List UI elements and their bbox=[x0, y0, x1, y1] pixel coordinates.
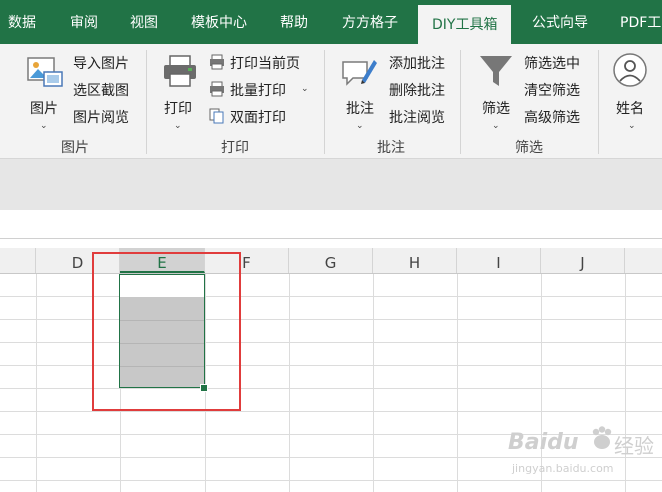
filter-button-label: 筛选 bbox=[482, 101, 510, 117]
grid-line bbox=[457, 274, 458, 492]
batch-print-icon bbox=[210, 81, 224, 97]
column-header-j[interactable]: J bbox=[541, 248, 625, 273]
tab-help[interactable]: 帮助 bbox=[280, 0, 308, 44]
ribbon: 图片 ⌄ 导入图片 选区截图 图片阅览 图片 打印 ⌄ 打印当前页 批量打印 ⌄… bbox=[0, 44, 662, 159]
filter-funnel-icon bbox=[480, 56, 512, 86]
tab-fangfang[interactable]: 方方格子 bbox=[342, 0, 398, 44]
comment-button[interactable]: 批注 ⌄ bbox=[340, 50, 382, 131]
clear-filter-button[interactable]: 清空筛选 bbox=[524, 80, 580, 100]
grid-line bbox=[0, 411, 662, 412]
grid-line bbox=[289, 274, 290, 492]
picture-button-label: 图片 bbox=[30, 101, 58, 117]
print-group-label: 打印 bbox=[221, 140, 249, 156]
comment-browse-button[interactable]: 批注阅览 bbox=[389, 107, 445, 127]
name-button[interactable]: 姓名 ⌄ bbox=[612, 50, 652, 131]
add-comment-button[interactable]: 添加批注 bbox=[389, 53, 445, 73]
tab-view[interactable]: 视图 bbox=[130, 0, 158, 44]
print-page-icon bbox=[210, 54, 224, 70]
chevron-down-icon: ⌄ bbox=[628, 121, 636, 131]
ribbon-tab-bar: 数据 审阅 视图 模板中心 帮助 方方格子 DIY工具箱 公式向导 PDF工 bbox=[0, 0, 662, 44]
comment-icon bbox=[342, 60, 377, 86]
filter-selected-button[interactable]: 筛选选中 bbox=[524, 53, 580, 73]
print-button[interactable]: 打印 ⌄ bbox=[160, 50, 202, 131]
tab-formula-wizard[interactable]: 公式向导 bbox=[532, 0, 588, 44]
region-screenshot-button[interactable]: 选区截图 bbox=[73, 80, 129, 100]
duplex-print-icon bbox=[209, 108, 224, 124]
watermark-url: jingyan.baidu.com bbox=[512, 462, 614, 475]
toolbar-band bbox=[0, 159, 662, 210]
column-header-i[interactable]: I bbox=[457, 248, 541, 273]
filter-group-label: 筛选 bbox=[515, 140, 543, 156]
delete-comment-button[interactable]: 删除批注 bbox=[389, 80, 445, 100]
group-divider bbox=[460, 50, 461, 154]
chevron-down-icon: ⌄ bbox=[174, 121, 182, 131]
comment-button-label: 批注 bbox=[346, 101, 374, 117]
tab-template-center[interactable]: 模板中心 bbox=[191, 0, 247, 44]
chevron-down-icon: ⌄ bbox=[40, 121, 48, 131]
formula-bar[interactable] bbox=[0, 210, 662, 239]
chevron-down-icon: ⌄ bbox=[356, 121, 364, 131]
tab-diy-toolbox[interactable]: DIY工具箱 bbox=[418, 5, 512, 44]
picture-icon bbox=[27, 57, 63, 87]
filter-button[interactable]: 筛选 ⌄ bbox=[478, 50, 518, 131]
paw-logo-icon bbox=[592, 426, 612, 449]
print-button-label: 打印 bbox=[164, 101, 192, 117]
column-header-partial[interactable] bbox=[625, 248, 662, 273]
chevron-down-icon: ⌄ bbox=[492, 121, 500, 131]
group-divider bbox=[598, 50, 599, 154]
chevron-down-icon[interactable]: ⌄ bbox=[301, 84, 309, 94]
advanced-filter-button[interactable]: 高级筛选 bbox=[524, 107, 580, 127]
group-divider bbox=[324, 50, 325, 154]
highlight-annotation-box bbox=[92, 252, 241, 411]
name-button-label: 姓名 bbox=[616, 101, 644, 117]
picture-group-label: 图片 bbox=[61, 140, 89, 156]
column-header-partial[interactable] bbox=[0, 248, 36, 273]
column-header-h[interactable]: H bbox=[373, 248, 457, 273]
duplex-print-button[interactable]: 双面打印 bbox=[230, 107, 286, 127]
grid-line bbox=[36, 274, 37, 492]
watermark-brand-cn: 经验 bbox=[614, 434, 654, 458]
comment-group-label: 批注 bbox=[377, 140, 405, 156]
watermark: Baidu 经验 jingyan.baidu.com bbox=[508, 424, 658, 484]
batch-print-button[interactable]: 批量打印 bbox=[230, 80, 286, 100]
import-picture-button[interactable]: 导入图片 bbox=[73, 53, 129, 73]
tab-pdf-tools[interactable]: PDF工 bbox=[620, 0, 661, 44]
group-divider bbox=[146, 50, 147, 154]
tab-review[interactable]: 审阅 bbox=[70, 0, 98, 44]
picture-browse-button[interactable]: 图片阅览 bbox=[73, 107, 129, 127]
printer-icon bbox=[164, 55, 196, 87]
picture-button[interactable]: 图片 ⌄ bbox=[24, 50, 68, 131]
grid-line bbox=[373, 274, 374, 492]
tab-data[interactable]: 数据 bbox=[8, 0, 36, 44]
print-current-page-button[interactable]: 打印当前页 bbox=[230, 53, 300, 73]
watermark-brand: Baidu bbox=[508, 430, 579, 455]
person-avatar-icon bbox=[613, 53, 647, 87]
column-header-g[interactable]: G bbox=[289, 248, 373, 273]
